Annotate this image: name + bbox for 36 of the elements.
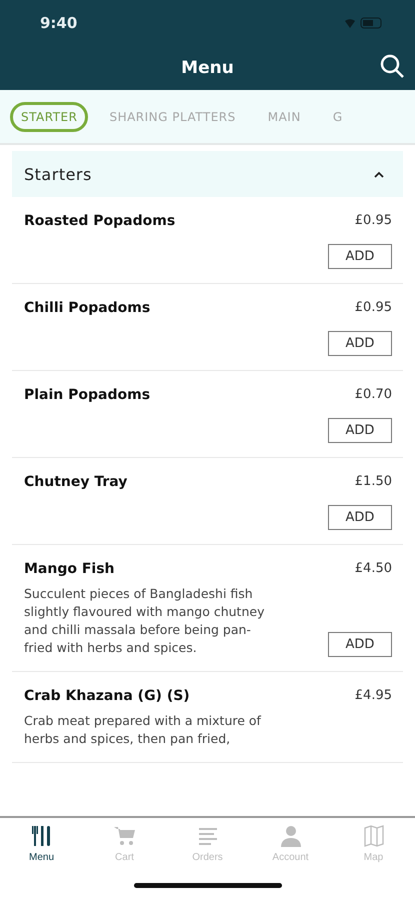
category-tab[interactable]: G bbox=[322, 102, 354, 132]
category-tab[interactable]: SHARING PLATTERS bbox=[98, 102, 247, 132]
nav-tab[interactable]: Cart bbox=[90, 824, 160, 870]
item-price: £0.70 bbox=[354, 387, 392, 402]
add-button[interactable]: ADD bbox=[328, 331, 392, 356]
add-button[interactable]: ADD bbox=[328, 505, 392, 530]
add-button[interactable]: ADD bbox=[328, 244, 392, 269]
item-name: Roasted Popadoms bbox=[24, 213, 176, 229]
item-name: Plain Popadoms bbox=[24, 387, 150, 403]
add-button[interactable]: ADD bbox=[328, 418, 392, 443]
category-tab[interactable]: MAIN bbox=[256, 102, 312, 132]
item-price: £4.50 bbox=[354, 561, 392, 576]
nav-tab[interactable]: Map bbox=[338, 824, 408, 870]
search-button[interactable] bbox=[379, 53, 405, 79]
add-button[interactable]: ADD bbox=[328, 632, 392, 657]
map-icon bbox=[362, 824, 386, 848]
item-price: £4.95 bbox=[354, 688, 392, 703]
section-header[interactable]: Starters bbox=[12, 151, 403, 197]
nav-tab[interactable]: Account bbox=[256, 824, 326, 870]
nav-tab[interactable]: Menu bbox=[6, 824, 76, 870]
item-name: Chutney Tray bbox=[24, 474, 128, 490]
section-title: Starters bbox=[24, 164, 92, 184]
nav-tab[interactable]: Orders bbox=[172, 824, 242, 870]
item-description: Crab meat prepared with a mixture of herbs and spices, then pan fried, bbox=[24, 712, 262, 748]
cart-icon bbox=[112, 824, 136, 848]
category-tab[interactable]: STARTER bbox=[10, 102, 88, 132]
status-time: 9:40 bbox=[40, 14, 78, 32]
item-price: £1.50 bbox=[354, 474, 392, 489]
header-title: Menu bbox=[181, 58, 234, 78]
item-name: Chilli Popadoms bbox=[24, 300, 150, 316]
item-price: £0.95 bbox=[354, 213, 392, 228]
person-icon bbox=[278, 824, 302, 848]
item-description: Succulent pieces of Bangladeshi fish slightly flavoured with mango chutney and chilli massala before being pan-fried with herbs and spices. bbox=[24, 585, 266, 657]
item-price: £0.95 bbox=[354, 300, 392, 315]
item-name: Mango Fish bbox=[24, 561, 115, 577]
item-name: Crab Khazana (G) (S) bbox=[24, 688, 190, 704]
